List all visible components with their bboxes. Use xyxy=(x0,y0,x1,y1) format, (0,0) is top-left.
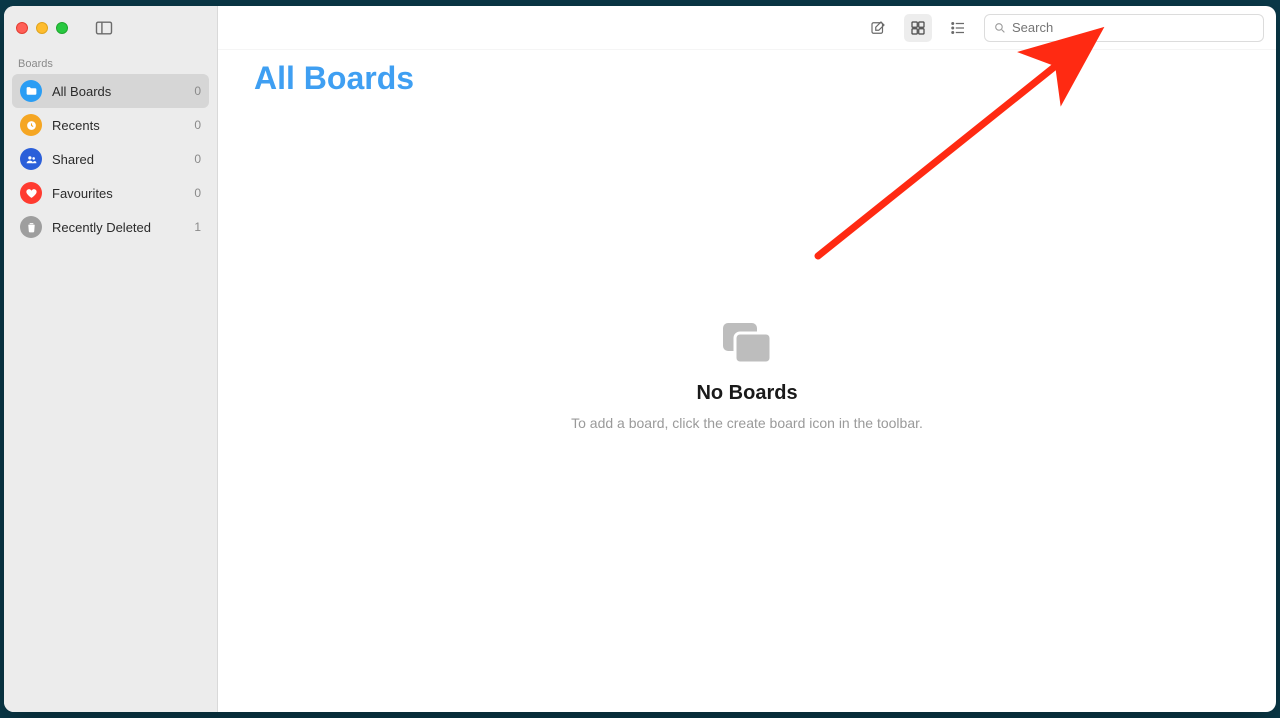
sidebar-item-count: 0 xyxy=(194,186,201,200)
sidebar-section-label: Boards xyxy=(4,50,217,74)
toolbar xyxy=(218,6,1276,50)
trash-icon xyxy=(20,216,42,238)
window-titlebar xyxy=(4,6,217,50)
toggle-sidebar-button[interactable] xyxy=(94,18,114,38)
compose-icon xyxy=(869,19,887,37)
sidebar-items: All Boards 0 Recents 0 Shared 0 xyxy=(4,74,217,244)
empty-state-title: No Boards xyxy=(696,382,797,405)
search-field[interactable] xyxy=(984,14,1264,42)
sidebar-item-shared[interactable]: Shared 0 xyxy=(12,142,209,176)
empty-state: No Boards To add a board, click the crea… xyxy=(218,67,1276,682)
sidebar-item-favourites[interactable]: Favourites 0 xyxy=(12,176,209,210)
sidebar-item-count: 0 xyxy=(194,152,201,166)
clock-icon xyxy=(20,114,42,136)
create-board-button[interactable] xyxy=(864,14,892,42)
heart-icon xyxy=(20,182,42,204)
minimize-window-button[interactable] xyxy=(36,22,48,34)
boards-stack-icon xyxy=(719,319,775,372)
sidebar-item-all-boards[interactable]: All Boards 0 xyxy=(12,74,209,108)
folder-icon xyxy=(20,80,42,102)
search-input[interactable] xyxy=(1012,20,1255,35)
grid-icon xyxy=(909,19,927,37)
search-icon xyxy=(993,21,1006,34)
people-icon xyxy=(20,148,42,170)
sidebar-item-recents[interactable]: Recents 0 xyxy=(12,108,209,142)
grid-view-button[interactable] xyxy=(904,14,932,42)
app-window: Boards All Boards 0 Recents 0 xyxy=(4,6,1276,712)
sidebar-item-count: 0 xyxy=(194,84,201,98)
sidebar-item-label: Recently Deleted xyxy=(52,220,184,235)
empty-state-subtitle: To add a board, click the create board i… xyxy=(571,415,923,431)
zoom-window-button[interactable] xyxy=(56,22,68,34)
sidebar-item-count: 1 xyxy=(194,220,201,234)
sidebar: Boards All Boards 0 Recents 0 xyxy=(4,6,218,712)
sidebar-item-label: All Boards xyxy=(52,84,184,99)
list-icon xyxy=(949,19,967,37)
main-content: All Boards No Boards To add a board, cli… xyxy=(218,6,1276,712)
sidebar-item-count: 0 xyxy=(194,118,201,132)
list-view-button[interactable] xyxy=(944,14,972,42)
sidebar-item-label: Shared xyxy=(52,152,184,167)
sidebar-item-recently-deleted[interactable]: Recently Deleted 1 xyxy=(12,210,209,244)
sidebar-item-label: Recents xyxy=(52,118,184,133)
sidebar-item-label: Favourites xyxy=(52,186,184,201)
close-window-button[interactable] xyxy=(16,22,28,34)
window-controls xyxy=(16,22,68,34)
